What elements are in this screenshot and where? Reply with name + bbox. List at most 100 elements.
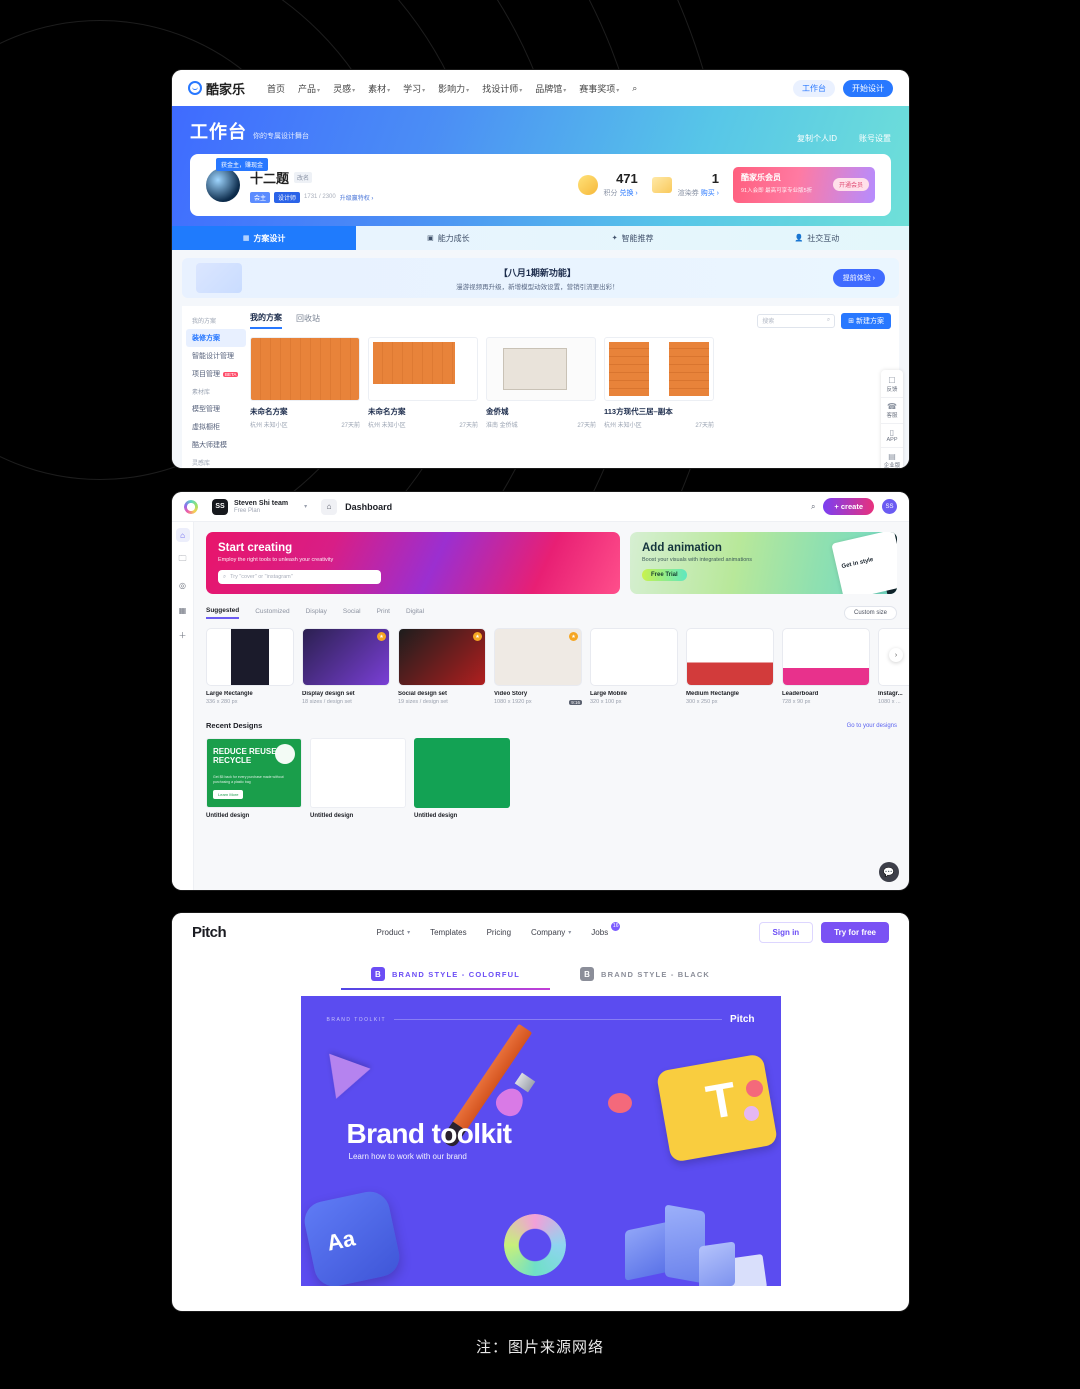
nav-item-materials[interactable]: 素材▾ bbox=[368, 82, 390, 95]
float-service[interactable]: ☎ 客服 bbox=[881, 398, 903, 424]
template-card[interactable]: Instagr... 1080 x ... bbox=[878, 628, 909, 705]
rail-plus-icon[interactable]: ＋ bbox=[176, 628, 190, 642]
nav-item-jobs[interactable]: Jobs 16 bbox=[591, 921, 621, 937]
template-size: 18 sizes / design set bbox=[302, 699, 352, 705]
nav-item-templates[interactable]: Templates bbox=[430, 928, 466, 937]
chevron-down-icon: ▾ bbox=[407, 929, 411, 936]
workbench-button[interactable]: 工作台 bbox=[793, 79, 835, 97]
feature-announcement-banner[interactable]: 【八月1期新功能】 漫游视频再升级，新增模型动效设置，营销引流更出彩！ 提前体验… bbox=[182, 258, 899, 298]
nav-item-home[interactable]: 首页 bbox=[267, 82, 285, 95]
template-card[interactable]: ★ Social design set 19 sizes / design se… bbox=[398, 628, 486, 705]
sidebar-item-virtual-cabinet[interactable]: 虚拟橱柜 bbox=[186, 418, 246, 436]
premium-badge: ★ bbox=[473, 632, 482, 641]
sign-in-button[interactable]: Sign in bbox=[758, 921, 814, 943]
content-tab-recycle-bin[interactable]: 回收站 bbox=[296, 313, 320, 328]
tab-print[interactable]: Print bbox=[377, 608, 390, 618]
template-card[interactable]: Medium Rectangle 300 x 250 px bbox=[686, 628, 774, 705]
try-for-free-button[interactable]: Try for free bbox=[821, 921, 889, 943]
sidebar-item-smart-design[interactable]: 智能设计管理 bbox=[186, 347, 246, 365]
search-icon[interactable]: ⌕ bbox=[811, 502, 815, 512]
team-switcher[interactable]: SS Steven Shi team Free Plan ▾ bbox=[212, 498, 307, 515]
template-card[interactable]: ★ Display design set 18 sizes / design s… bbox=[302, 628, 390, 705]
rail-home-icon[interactable]: ⌂ bbox=[175, 528, 190, 542]
early-access-button[interactable]: 提前体验 › bbox=[832, 269, 885, 287]
tab-digital[interactable]: Digital bbox=[406, 608, 424, 618]
float-feedback[interactable]: ☐ 反馈 bbox=[881, 372, 903, 398]
sidebar-item-project-mgmt[interactable]: 项目管理 BETA bbox=[186, 365, 246, 383]
home-icon[interactable]: ⌂ bbox=[321, 498, 338, 515]
nav-item-product[interactable]: Product ▾ bbox=[377, 928, 411, 937]
template-card[interactable]: Large Mobile 320 x 100 px bbox=[590, 628, 678, 705]
go-to-designs-link[interactable]: Go to your designs bbox=[847, 723, 897, 729]
rail-brand-icon[interactable]: ◎ bbox=[176, 578, 190, 592]
headset-icon: ☎ bbox=[887, 402, 897, 411]
rail-folder-icon[interactable]: 🗀 bbox=[176, 553, 190, 567]
kujiale-main: 我的方案 装修方案 智能设计管理 项目管理 BETA 素材库 模型管理 虚拟橱柜 … bbox=[182, 306, 899, 468]
canva-logo-icon[interactable] bbox=[184, 499, 198, 514]
avatar[interactable]: SS bbox=[882, 499, 897, 514]
tab-plan-design[interactable]: ▦ 方案设计 bbox=[172, 226, 357, 250]
plan-thumbnail bbox=[486, 337, 596, 401]
plan-time: 27天前 bbox=[695, 423, 714, 429]
rename-tag[interactable]: 改名 bbox=[294, 171, 313, 183]
recent-design-card[interactable]: Untitled design bbox=[310, 738, 406, 819]
float-enterprise[interactable]: ▤ 企业版 bbox=[881, 448, 903, 468]
pitch-logo[interactable]: Pitch bbox=[192, 924, 227, 941]
plan-card[interactable]: 金侨城 淮南 金侨城 27天前 bbox=[486, 337, 596, 429]
plan-card[interactable]: 未命名方案 杭州 未知小区 27天前 bbox=[250, 337, 360, 429]
plan-search-input[interactable]: 搜索 ⌕ bbox=[757, 313, 836, 328]
carousel-next-button[interactable]: › bbox=[889, 648, 903, 662]
search-icon[interactable]: ⌕ bbox=[632, 83, 637, 94]
sidebar-item-model-mgmt[interactable]: 模型管理 bbox=[186, 400, 246, 418]
avatar[interactable] bbox=[206, 168, 240, 202]
tab-brand-style-colorful[interactable]: B BRAND STYLE - COLORFUL bbox=[340, 967, 551, 990]
join-membership-button[interactable]: 开通会员 bbox=[832, 178, 869, 191]
nav-item-learning[interactable]: 学习▾ bbox=[403, 82, 425, 95]
tab-social[interactable]: Social bbox=[343, 608, 361, 618]
tab-display[interactable]: Display bbox=[306, 608, 327, 618]
plan-card[interactable]: 未命名方案 杭州 未知小区 27天前 bbox=[368, 337, 478, 429]
add-animation-banner[interactable]: Add animation Boost your visuals with in… bbox=[630, 532, 897, 594]
create-button[interactable]: + create bbox=[823, 498, 874, 515]
kujiale-logo[interactable]: 酷家乐 bbox=[188, 79, 245, 98]
template-card[interactable]: Large Rectangle 336 x 280 px bbox=[206, 628, 294, 705]
nav-item-inspiration[interactable]: 灵感▾ bbox=[333, 82, 355, 95]
tab-social[interactable]: 👤 社交互动 bbox=[725, 226, 909, 250]
tab-brand-style-black[interactable]: B BRAND STYLE - BLACK bbox=[580, 967, 710, 990]
nav-item-awards[interactable]: 赛事奖项▾ bbox=[579, 82, 619, 95]
tab-suggested[interactable]: Suggested bbox=[206, 607, 240, 619]
upgrade-link[interactable]: 升级赢特权 › bbox=[340, 193, 374, 202]
tab-customized[interactable]: Customized bbox=[255, 608, 289, 618]
nav-item-influence[interactable]: 影响力▾ bbox=[438, 82, 469, 95]
nav-item-brand-hall[interactable]: 品牌馆▾ bbox=[535, 82, 566, 95]
recent-design-card[interactable]: Untitled design bbox=[414, 738, 510, 819]
nav-item-find-designer[interactable]: 找设计师▾ bbox=[482, 82, 522, 95]
membership-promo-card[interactable]: 酷家乐会员 91入会即 最高可享专业版5折 开通会员 bbox=[733, 167, 875, 203]
sidebar-item-master-modeling[interactable]: 酷大师建模 bbox=[186, 436, 246, 454]
recent-design-card[interactable]: REDUCE REUSE RECYCLE Get $5 back for eve… bbox=[206, 738, 302, 819]
account-settings-button[interactable]: 账号设置 bbox=[859, 133, 891, 144]
content-tab-my-plans[interactable]: 我的方案 bbox=[250, 312, 282, 329]
copy-id-button[interactable]: 复制个人ID bbox=[797, 133, 837, 144]
float-app[interactable]: ▯ APP bbox=[881, 424, 903, 448]
template-card[interactable]: ★ Video Story 1080 x 1920 px 9:16 bbox=[494, 628, 582, 705]
chat-bubble-icon[interactable]: 💬 bbox=[879, 862, 899, 882]
free-trial-button[interactable]: Free Trial bbox=[642, 569, 687, 581]
tab-ability-growth[interactable]: ▣ 能力成长 bbox=[356, 226, 540, 250]
kujiale-body: 【八月1期新功能】 漫游视频再升级，新增模型动效设置，营销引流更出彩！ 提前体验… bbox=[172, 250, 909, 468]
design-search-input[interactable]: ⌕ Try "cover" or "instagram" bbox=[218, 570, 381, 584]
building-icon: ▤ bbox=[888, 452, 896, 461]
rail-apps-icon[interactable]: ▦ bbox=[176, 603, 190, 617]
custom-size-button[interactable]: Custom size bbox=[843, 606, 897, 620]
template-card[interactable]: Leaderboard 728 x 90 px bbox=[782, 628, 870, 705]
new-plan-button[interactable]: ⊞ 新建方案 bbox=[841, 312, 891, 329]
start-design-button[interactable]: 开始设计 bbox=[843, 79, 893, 97]
nav-item-pricing[interactable]: Pricing bbox=[487, 928, 511, 937]
recent-designs-header: Recent Designs Go to your designs bbox=[206, 721, 897, 730]
start-creating-title: Start creating bbox=[218, 542, 293, 554]
plan-card[interactable]: 113方现代三居–副本 杭州 未知小区 27天前 bbox=[604, 337, 714, 429]
tab-smart-recommend[interactable]: ✦ 智能推荐 bbox=[541, 226, 725, 250]
nav-item-company[interactable]: Company ▾ bbox=[531, 928, 571, 937]
nav-item-products[interactable]: 产品▾ bbox=[298, 82, 320, 95]
sidebar-item-decor-plan[interactable]: 装修方案 bbox=[186, 329, 246, 347]
